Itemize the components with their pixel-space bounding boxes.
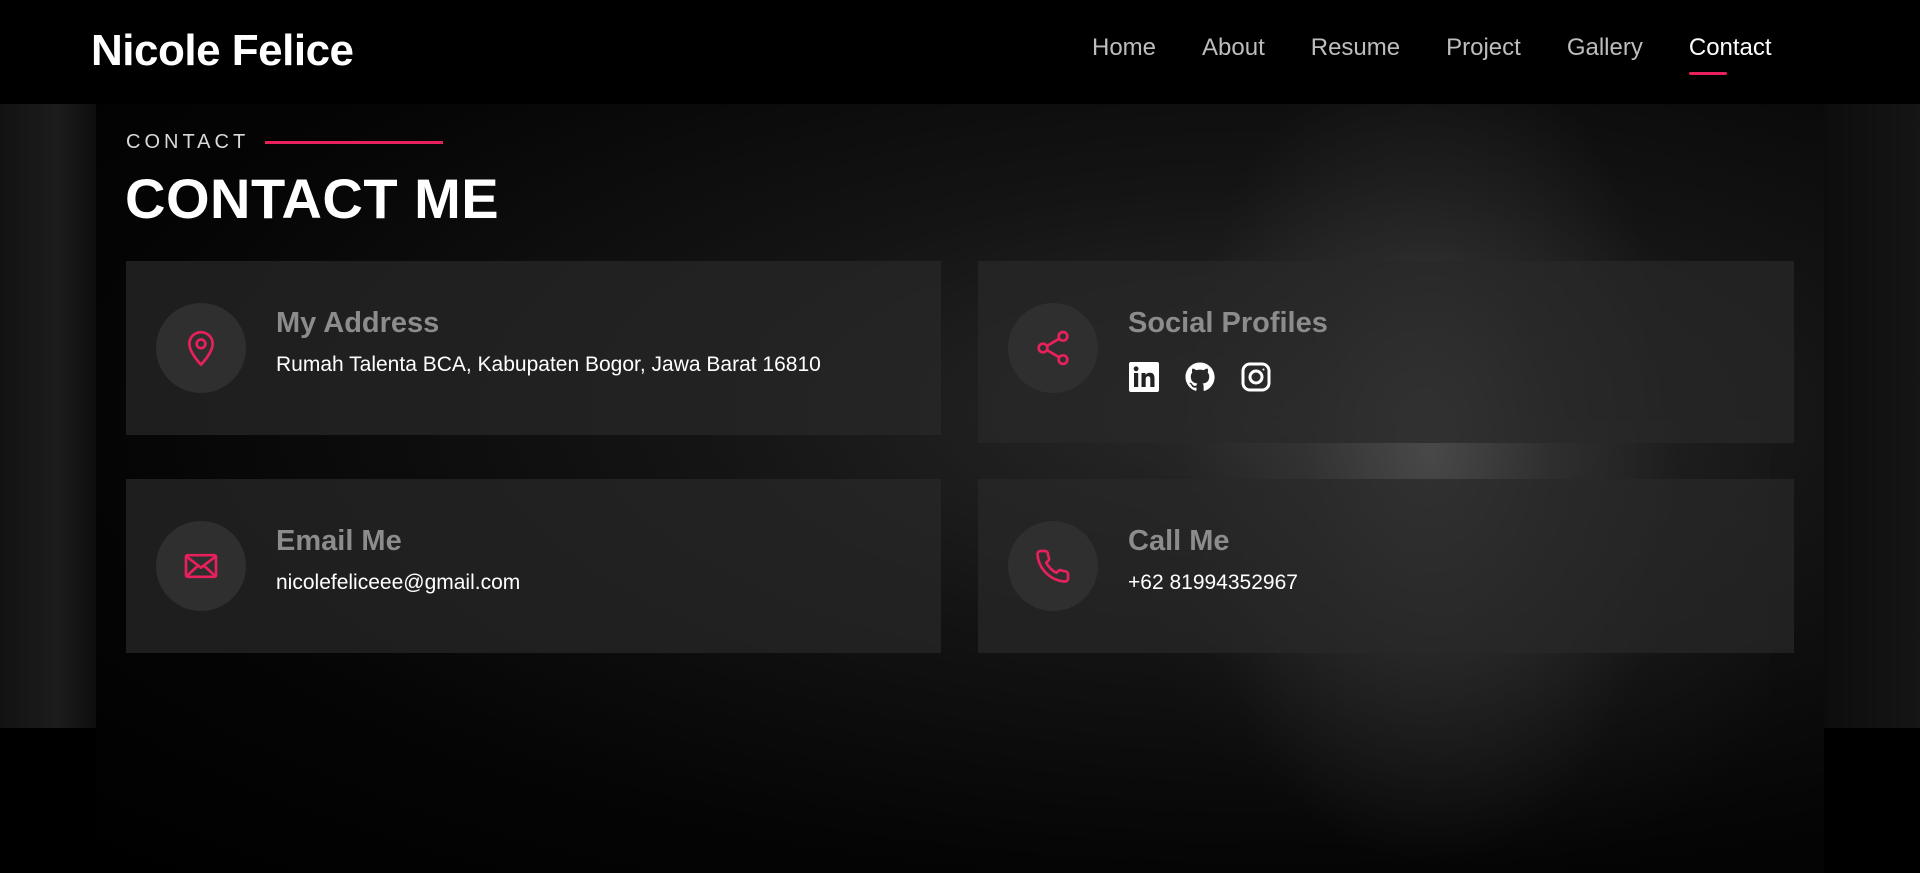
phone-title: Call Me (1128, 525, 1230, 557)
social-card: Social Profiles (978, 261, 1794, 443)
email-text[interactable]: nicolefeliceee@gmail.com (276, 571, 520, 595)
phone-text[interactable]: +62 81994352967 (1128, 571, 1298, 595)
nav-contact[interactable]: Contact (1688, 34, 1772, 75)
nav-project[interactable]: Project (1446, 34, 1521, 62)
nav-gallery[interactable]: Gallery (1567, 34, 1643, 62)
share-icon (1037, 330, 1069, 366)
email-card: Email Me nicolefeliceee@gmail.com (126, 479, 941, 653)
email-title: Email Me (276, 525, 402, 557)
section-eyebrow-label: CONTACT (126, 131, 250, 153)
social-icon-circle (1008, 303, 1098, 393)
map-pin-icon (188, 330, 214, 366)
background-panel-right (1824, 104, 1920, 728)
phone-card: Call Me +62 81994352967 (978, 479, 1794, 653)
main-nav: Home About Resume Project Gallery Contac… (1092, 34, 1772, 75)
address-text: Rumah Talenta BCA, Kabupaten Bogor, Jawa… (276, 353, 821, 376)
eyebrow-divider (265, 141, 444, 144)
social-links (1128, 361, 1272, 393)
section-title: CONTACT ME (125, 167, 500, 230)
instagram-icon[interactable] (1240, 361, 1272, 393)
address-card: My Address Rumah Talenta BCA, Kabupaten … (126, 261, 941, 435)
nav-resume[interactable]: Resume (1311, 34, 1400, 62)
background-panel-left (0, 104, 96, 728)
github-icon[interactable] (1184, 361, 1216, 393)
phone-icon (1036, 549, 1070, 583)
social-title: Social Profiles (1128, 307, 1328, 339)
linkedin-icon[interactable] (1128, 361, 1160, 393)
phone-icon-circle (1008, 521, 1098, 611)
email-icon-circle (156, 521, 246, 611)
site-header: Nicole Felice Home About Resume Project … (0, 0, 1920, 104)
nav-home[interactable]: Home (1092, 34, 1156, 62)
site-logo[interactable]: Nicole Felice (91, 26, 354, 76)
address-icon-circle (156, 303, 246, 393)
address-title: My Address (276, 307, 440, 339)
nav-about[interactable]: About (1202, 34, 1265, 62)
envelope-icon (184, 553, 218, 579)
section-eyebrow: CONTACT (126, 131, 444, 154)
